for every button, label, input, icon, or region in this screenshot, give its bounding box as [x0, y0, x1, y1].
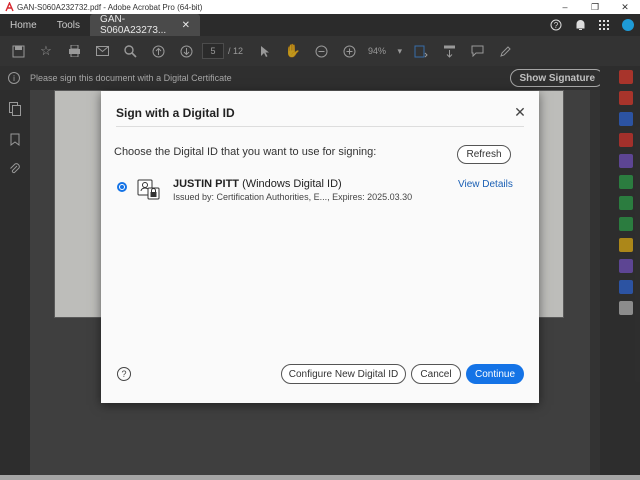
- tab-tools[interactable]: Tools: [47, 14, 90, 36]
- dialog-close-icon[interactable]: ✕: [512, 104, 528, 120]
- minimize-button[interactable]: –: [550, 2, 580, 12]
- bell-icon[interactable]: [568, 14, 592, 36]
- tab-close-icon[interactable]: ✕: [182, 20, 190, 31]
- acrobat-icon: [4, 2, 14, 12]
- svg-text:?: ?: [554, 21, 559, 30]
- cancel-button[interactable]: Cancel: [411, 364, 461, 384]
- sign-digital-id-dialog: Sign with a Digital ID ✕ Choose the Digi…: [101, 91, 539, 403]
- tab-document[interactable]: GAN-S060A23273... ✕: [90, 14, 201, 36]
- dialog-title: Sign with a Digital ID: [116, 106, 235, 120]
- tab-home[interactable]: Home: [0, 14, 47, 36]
- maximize-button[interactable]: ❐: [580, 2, 610, 13]
- apps-grid-icon[interactable]: [592, 14, 616, 36]
- tab-document-label: GAN-S060A23273...: [100, 14, 167, 36]
- help-circle-icon[interactable]: ?: [544, 14, 568, 36]
- window-title: GAN-S060A232732.pdf - Adobe Acrobat Pro …: [17, 2, 203, 12]
- digital-id-radio[interactable]: [117, 182, 127, 192]
- continue-button[interactable]: Continue: [466, 364, 524, 384]
- tab-bar: Home Tools GAN-S060A23273... ✕ ?: [0, 14, 640, 36]
- configure-new-digital-id-button[interactable]: Configure New Digital ID: [281, 364, 406, 384]
- account-avatar-icon[interactable]: [616, 14, 640, 36]
- dialog-prompt: Choose the Digital ID that you want to u…: [114, 146, 377, 158]
- digital-id-issuer: Issued by: Certification Authorities, E.…: [173, 192, 413, 202]
- close-window-button[interactable]: ✕: [610, 2, 640, 13]
- help-icon[interactable]: ?: [117, 367, 131, 381]
- digital-id-name[interactable]: JUSTIN PITT (Windows Digital ID): [173, 178, 342, 190]
- view-details-link[interactable]: View Details: [458, 179, 513, 190]
- certificate-id-icon: [137, 179, 161, 201]
- refresh-button[interactable]: Refresh: [457, 145, 511, 164]
- title-bar: GAN-S060A232732.pdf - Adobe Acrobat Pro …: [0, 0, 640, 14]
- dialog-divider: [116, 126, 524, 127]
